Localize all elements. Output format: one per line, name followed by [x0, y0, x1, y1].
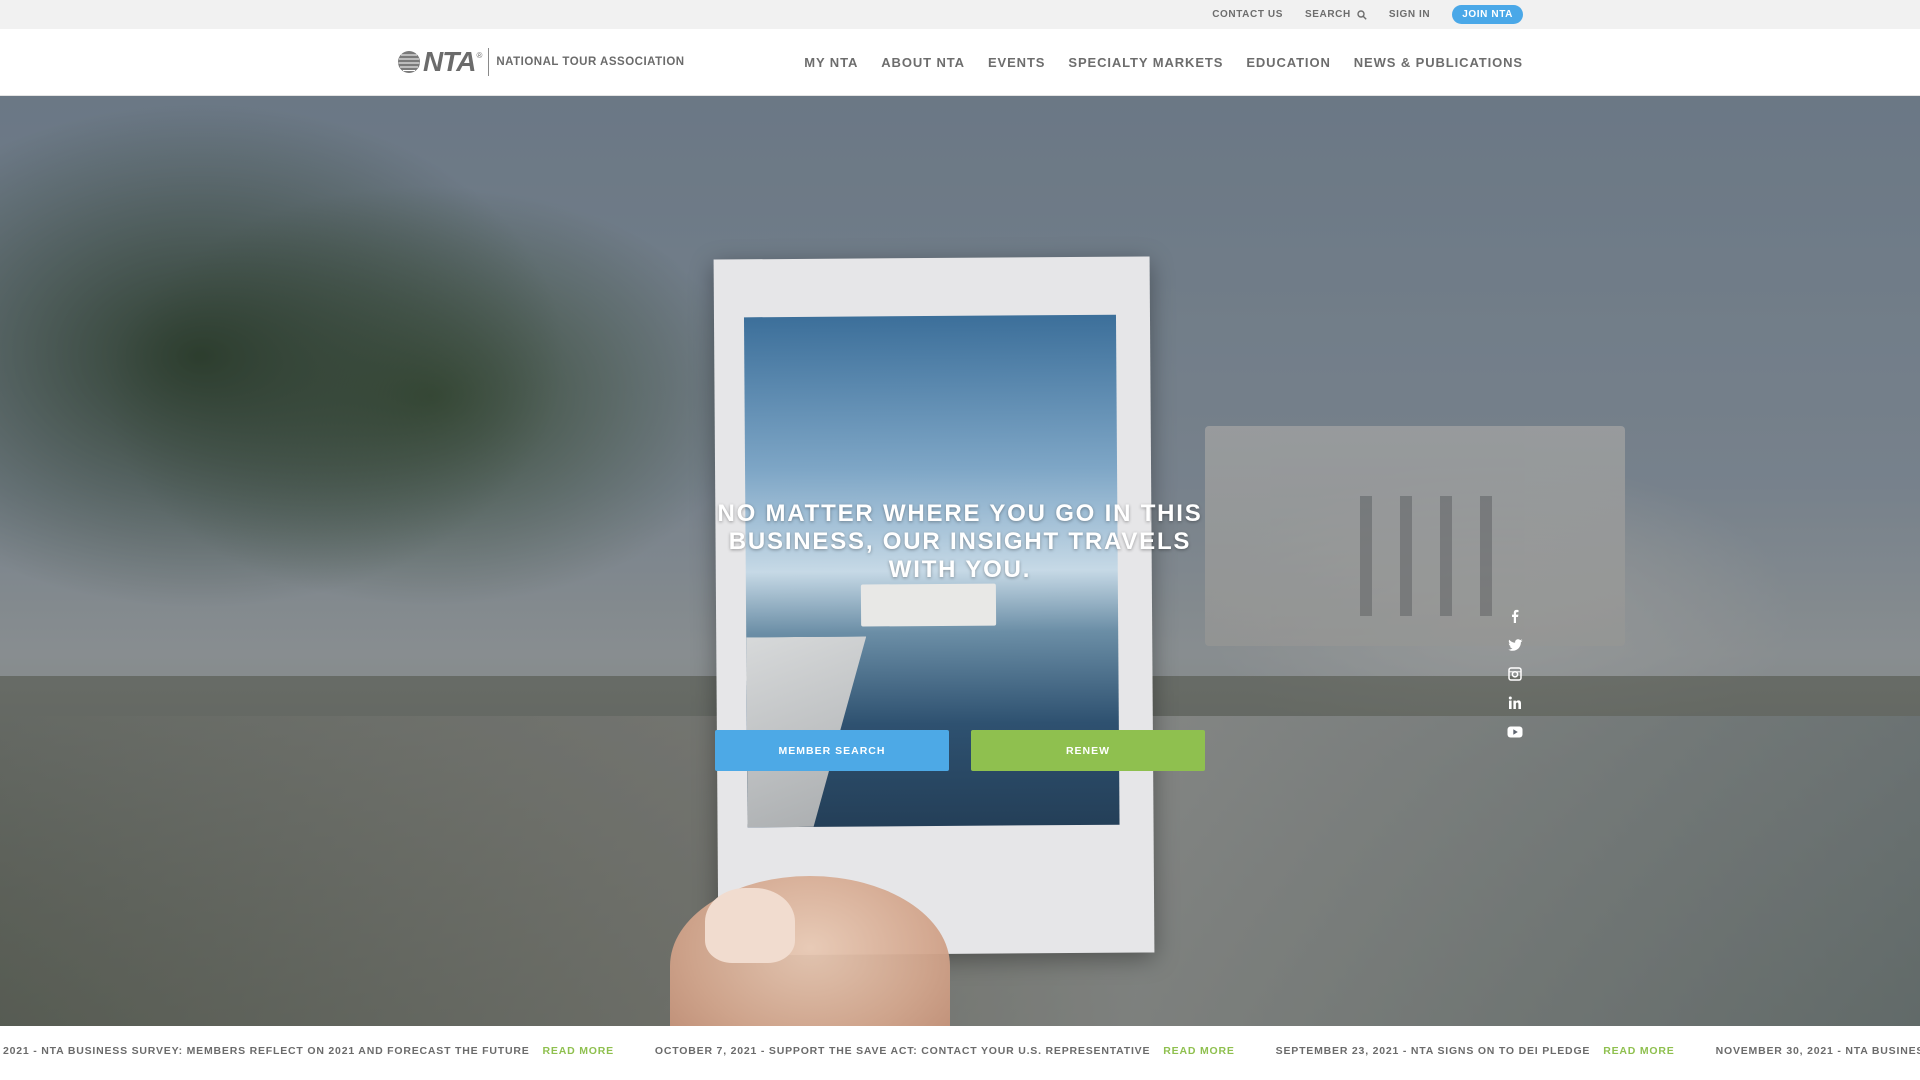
hero-content: NO MATTER WHERE YOU GO IN THIS BUSINESS,…: [0, 500, 1920, 584]
contact-us-link[interactable]: CONTACT US: [1212, 9, 1283, 20]
hero-buttons: MEMBER SEARCH RENEW: [715, 730, 1205, 771]
read-more-link[interactable]: READ MORE: [1603, 1045, 1674, 1057]
thumb-nail: [705, 888, 795, 963]
facebook-icon[interactable]: [1507, 608, 1523, 624]
nav-news-publications[interactable]: NEWS & PUBLICATIONS: [1354, 55, 1523, 70]
hero-section: NO MATTER WHERE YOU GO IN THIS BUSINESS,…: [0, 96, 1920, 1026]
polaroid-photo-frame: [713, 256, 1155, 956]
sign-in-link[interactable]: SIGN IN: [1389, 9, 1430, 20]
ticker-item: OCTOBER 7, 2021 - SUPPORT THE SAVE ACT: …: [655, 1045, 1235, 1057]
search-link[interactable]: SEARCH: [1305, 9, 1367, 20]
social-links: [1505, 608, 1525, 740]
logo-text: NATIONAL TOUR ASSOCIATION: [496, 56, 685, 68]
read-more-link[interactable]: READ MORE: [1163, 1045, 1234, 1057]
ticker-track: 2021 - NTA BUSINESS SURVEY: MEMBERS REFL…: [3, 1045, 1920, 1057]
nav-education[interactable]: EDUCATION: [1246, 55, 1330, 70]
ticker-headline: OCTOBER 7, 2021 - SUPPORT THE SAVE ACT: …: [654, 1045, 1151, 1057]
twitter-icon[interactable]: [1507, 637, 1523, 653]
search-label: SEARCH: [1305, 9, 1351, 20]
page: CONTACT US SEARCH SIGN IN JOIN NTA NTA ®: [0, 0, 1920, 1080]
nav-my-nta[interactable]: MY NTA: [804, 55, 858, 70]
globe-icon: [397, 50, 421, 74]
linkedin-icon[interactable]: [1507, 695, 1523, 711]
ticker-item: SEPTEMBER 23, 2021 - NTA SIGNS ON TO DEI…: [1276, 1045, 1675, 1057]
main-header: NTA ® NATIONAL TOUR ASSOCIATION MY NTA A…: [0, 29, 1920, 96]
polaroid-memorial: [860, 583, 997, 627]
ticker-item: 2021 - NTA BUSINESS SURVEY: MEMBERS REFL…: [3, 1045, 614, 1057]
logo-wordmark: NTA: [423, 46, 476, 77]
registered-icon: ®: [476, 50, 483, 60]
utility-links: CONTACT US SEARCH SIGN IN JOIN NTA: [1212, 0, 1523, 29]
nav-events[interactable]: EVENTS: [988, 55, 1045, 70]
nav-specialty-markets[interactable]: SPECIALTY MARKETS: [1068, 55, 1223, 70]
main-nav: MY NTA ABOUT NTA EVENTS SPECIALTY MARKET…: [804, 29, 1523, 96]
ticker-headline: 2021 - NTA BUSINESS SURVEY: MEMBERS REFL…: [3, 1045, 530, 1057]
utility-bar: CONTACT US SEARCH SIGN IN JOIN NTA: [0, 0, 1920, 29]
nav-about-nta[interactable]: ABOUT NTA: [881, 55, 965, 70]
search-icon: [1357, 9, 1367, 20]
ticker-headline: NOVEMBER 30, 2021 - NTA BUSINESS SURVEY:…: [1715, 1045, 1920, 1057]
renew-button[interactable]: RENEW: [971, 730, 1205, 771]
youtube-icon[interactable]: [1507, 724, 1523, 740]
logo-divider: [488, 48, 490, 76]
ticker-item: NOVEMBER 30, 2021 - NTA BUSINESS SURVEY:…: [1716, 1045, 1920, 1057]
join-nta-button[interactable]: JOIN NTA: [1452, 5, 1523, 24]
hero-title: NO MATTER WHERE YOU GO IN THIS BUSINESS,…: [717, 500, 1203, 583]
read-more-link[interactable]: READ MORE: [543, 1045, 614, 1057]
ticker-headline: SEPTEMBER 23, 2021 - NTA SIGNS ON TO DEI…: [1275, 1045, 1591, 1057]
instagram-icon[interactable]: [1507, 666, 1523, 682]
news-ticker: 2021 - NTA BUSINESS SURVEY: MEMBERS REFL…: [0, 1026, 1920, 1080]
member-search-button[interactable]: MEMBER SEARCH: [715, 730, 949, 771]
nta-logo[interactable]: NTA ® NATIONAL TOUR ASSOCIATION: [397, 46, 685, 77]
